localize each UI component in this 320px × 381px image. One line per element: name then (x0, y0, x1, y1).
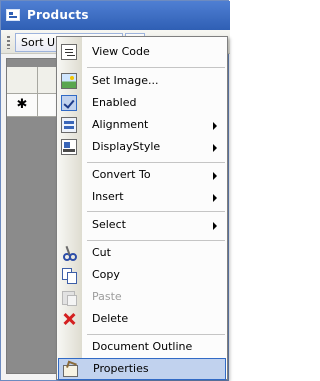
menu-item-document-outline[interactable]: Document Outline (57, 336, 227, 358)
menu-item-copy[interactable]: Copy (57, 264, 227, 286)
menu-item-paste[interactable]: Paste (57, 286, 227, 308)
new-row-marker-icon: ✱ (7, 94, 38, 116)
menu-item-label: Set Image... (92, 74, 159, 87)
grid-column-header-row (7, 67, 60, 94)
menu-item-label: Copy (92, 268, 120, 281)
paste-icon (61, 289, 77, 306)
menu-separator (87, 162, 225, 163)
menu-item-label: DisplayStyle (92, 140, 161, 153)
submenu-arrow-icon (213, 122, 217, 130)
menu-item-label: Enabled (92, 96, 137, 109)
properties-icon (62, 361, 78, 377)
submenu-arrow-icon (213, 222, 217, 230)
menu-item-label: Delete (92, 312, 129, 325)
menu-item-display-style[interactable]: DisplayStyle (57, 136, 227, 158)
menu-item-label: Convert To (92, 168, 151, 181)
grid-new-row[interactable]: ✱ (7, 94, 60, 117)
toolbar-grip-handle[interactable] (7, 36, 10, 49)
window-title: Products (27, 8, 89, 22)
menu-item-label: Select (92, 218, 126, 231)
menu-item-insert[interactable]: Insert (57, 186, 227, 208)
menu-item-select[interactable]: Select (57, 214, 227, 236)
submenu-arrow-icon (213, 194, 217, 202)
form-icon (6, 9, 20, 21)
menu-separator (87, 334, 225, 335)
title-bar[interactable]: Products (1, 1, 230, 30)
context-menu: View Code Set Image... Enabled Alignment… (56, 36, 228, 380)
display-style-icon (61, 139, 77, 155)
alignment-icon (61, 117, 77, 133)
menu-item-properties[interactable]: Properties (58, 358, 226, 380)
view-code-icon (61, 44, 77, 60)
submenu-arrow-icon (213, 172, 217, 180)
menu-item-enabled[interactable]: Enabled (57, 92, 227, 114)
checkmark-icon (61, 95, 77, 111)
image-icon (61, 73, 77, 89)
menu-item-label: Insert (92, 190, 124, 203)
menu-item-set-image[interactable]: Set Image... (57, 70, 227, 92)
menu-item-label: Properties (93, 362, 149, 375)
data-grid[interactable]: ✱ (6, 58, 61, 374)
menu-item-convert-to[interactable]: Convert To (57, 164, 227, 186)
submenu-arrow-icon (213, 144, 217, 152)
menu-item-label: Paste (92, 290, 122, 303)
menu-separator (87, 67, 225, 68)
menu-item-delete[interactable]: Delete (57, 308, 227, 330)
menu-item-alignment[interactable]: Alignment (57, 114, 227, 136)
menu-item-label: Alignment (92, 118, 149, 131)
menu-item-label: Document Outline (92, 340, 193, 353)
scissors-icon (61, 245, 77, 261)
menu-item-label: Cut (92, 246, 111, 259)
menu-item-view-code[interactable]: View Code (57, 41, 227, 63)
grid-top-left-header-cell[interactable] (7, 67, 38, 93)
menu-item-cut[interactable]: Cut (57, 242, 227, 264)
copy-icon (61, 267, 77, 284)
menu-item-label: View Code (92, 45, 150, 58)
menu-separator (87, 211, 225, 212)
delete-icon (61, 311, 77, 327)
menu-separator (87, 240, 225, 241)
